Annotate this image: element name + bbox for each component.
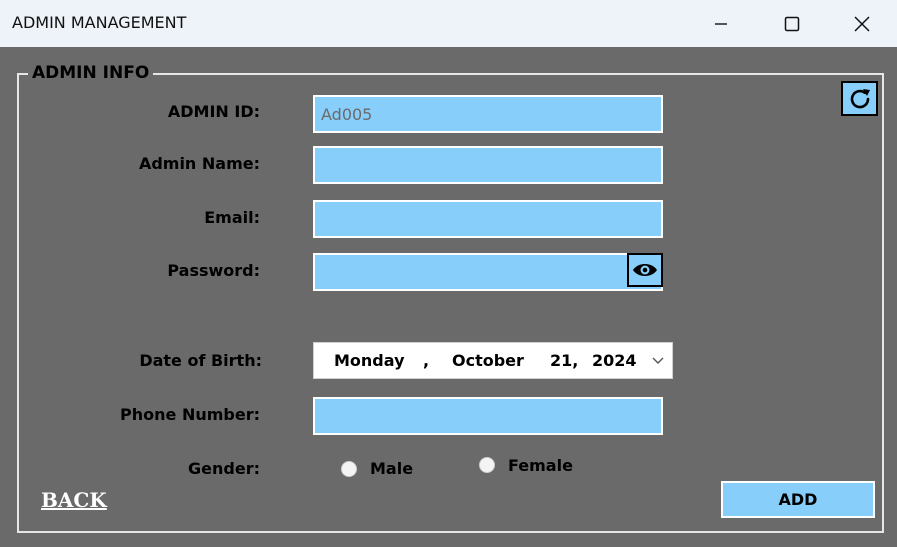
dob-month: October [452, 351, 524, 370]
gender-female-radio[interactable] [479, 457, 495, 473]
close-icon [854, 15, 870, 32]
show-password-button[interactable] [627, 253, 663, 287]
window-title: ADMIN MANAGEMENT [12, 13, 187, 32]
password-field[interactable] [313, 253, 663, 291]
maximize-button[interactable] [757, 0, 827, 47]
phone-label: Phone Number: [120, 405, 260, 424]
admin-name-label: Admin Name: [138, 154, 260, 173]
close-button[interactable] [827, 0, 897, 47]
gender-male-radio[interactable] [341, 461, 357, 477]
dob-date-picker[interactable]: Monday , October 21, 2024 [313, 342, 673, 379]
back-link[interactable]: BACK [41, 488, 107, 512]
gender-male-label: Male [370, 459, 414, 478]
minimize-icon [715, 22, 727, 25]
password-label: Password: [167, 261, 260, 280]
refresh-button[interactable] [841, 81, 878, 116]
refresh-icon [850, 88, 870, 108]
admin-id-field[interactable] [313, 95, 663, 133]
dob-label: Date of Birth: [139, 351, 262, 370]
eye-icon [633, 264, 657, 276]
admin-id-label: ADMIN ID: [167, 102, 260, 121]
dob-year: 2024 [592, 351, 637, 370]
dob-day: 21, [550, 351, 579, 370]
email-label: Email: [204, 208, 260, 227]
dob-separator: , [423, 351, 430, 370]
dob-day-name: Monday [334, 351, 405, 370]
chevron-down-icon [652, 357, 664, 364]
title-bar: ADMIN MANAGEMENT [0, 0, 897, 47]
email-field[interactable] [313, 200, 663, 238]
add-button[interactable]: ADD [721, 481, 875, 518]
admin-management-window: ADMIN MANAGEMENT ADMIN INFO ADMIN ID: Ad… [0, 0, 897, 547]
group-legend: ADMIN INFO [28, 62, 154, 84]
minimize-button[interactable] [686, 0, 756, 47]
admin-name-field[interactable] [313, 146, 663, 184]
gender-label: Gender: [188, 459, 260, 478]
phone-field[interactable] [313, 397, 663, 435]
maximize-icon [784, 16, 800, 31]
gender-female-label: Female [508, 456, 573, 475]
